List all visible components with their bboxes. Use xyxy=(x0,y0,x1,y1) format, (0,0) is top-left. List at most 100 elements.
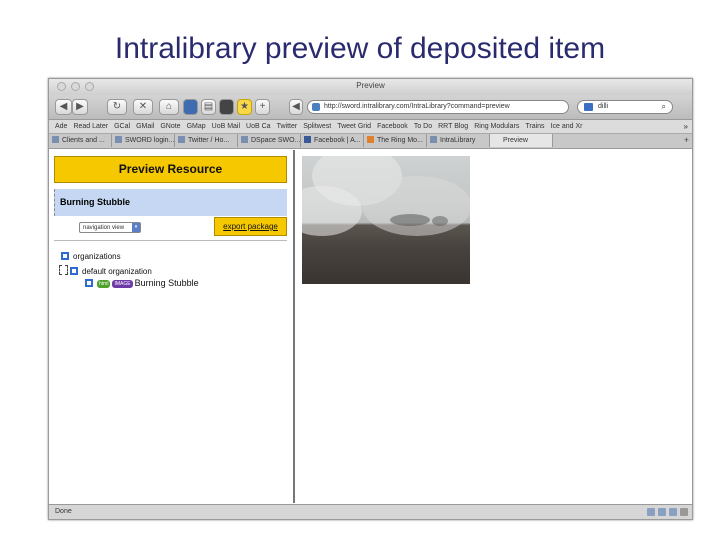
bookmark-item[interactable]: GMail xyxy=(136,120,154,133)
status-icons xyxy=(647,508,688,516)
forward-arrow-icon: ▶ xyxy=(76,101,84,112)
tab-active[interactable]: Preview xyxy=(490,134,553,147)
bookmark-item[interactable]: Twitter xyxy=(277,120,298,133)
expand-toggle-icon[interactable] xyxy=(59,265,68,275)
navigation-view-value: navigation view xyxy=(83,225,125,231)
status-addon-icon[interactable] xyxy=(658,508,666,516)
bookmark-item[interactable]: Ade xyxy=(55,120,67,133)
tab-label: The Ring Mo... xyxy=(377,137,423,144)
extension-icon: ▤ xyxy=(203,101,214,112)
search-input[interactable]: dilli ⌕ xyxy=(577,100,673,114)
forward-button[interactable]: ▶ xyxy=(72,99,88,115)
site-favicon-icon xyxy=(312,103,320,111)
tab-favicon-icon xyxy=(178,136,185,143)
tab-favicon-icon xyxy=(493,136,500,143)
tab-favicon-icon xyxy=(367,136,374,143)
tab[interactable]: Twitter / Ho... xyxy=(175,134,238,147)
tab-label: Twitter / Ho... xyxy=(188,137,230,144)
bookmark-item[interactable]: Facebook xyxy=(377,120,408,133)
site-icon: ◀ xyxy=(292,101,300,112)
tab[interactable]: Clients and ... xyxy=(49,134,112,147)
tab-favicon-icon xyxy=(430,136,437,143)
tab-favicon-icon xyxy=(115,136,122,143)
reload-icon: ↻ xyxy=(112,101,122,112)
bookmark-item[interactable]: Tweet Grid xyxy=(337,120,371,133)
home-icon: ⌂ xyxy=(165,101,173,112)
back-arrow-icon: ◀ xyxy=(59,101,68,112)
tree-line-shape xyxy=(390,214,430,226)
tab-label: SWORD login... xyxy=(125,137,175,144)
back-button[interactable]: ◀ xyxy=(55,99,72,115)
url-text: http://sword.intralibrary.com/IntraLibra… xyxy=(324,103,510,110)
title-bar: Preview xyxy=(49,79,692,95)
select-arrows-icon: ▾ xyxy=(132,223,140,232)
tab[interactable]: The Ring Mo... xyxy=(364,134,427,147)
star-icon: ★ xyxy=(240,101,249,112)
window-title: Preview xyxy=(356,81,385,90)
tab-favicon-icon xyxy=(304,136,311,143)
preview-resource-header: Preview Resource xyxy=(54,156,287,183)
tree-item-organizations[interactable]: organizations xyxy=(61,252,121,261)
bookmark-tool-button[interactable] xyxy=(183,99,198,115)
tree-node-checkbox-icon[interactable] xyxy=(61,252,69,260)
bookmark-item[interactable]: Read Later xyxy=(73,120,108,133)
tab[interactable]: IntraLibrary xyxy=(427,134,490,147)
tree-line-shape xyxy=(432,216,448,226)
search-icon: ⌕ xyxy=(661,102,666,111)
tab[interactable]: Facebook | A... xyxy=(301,134,364,147)
bookmark-item[interactable]: To Do xyxy=(414,120,432,133)
tree-node-checkbox-icon[interactable] xyxy=(70,267,78,275)
bookmark-item[interactable]: GMap xyxy=(187,120,206,133)
tab[interactable]: SWORD login... xyxy=(112,134,175,147)
tab-label: DSpace SWO... xyxy=(251,137,301,144)
burning-stubble-image xyxy=(302,156,470,284)
tab-label: Preview xyxy=(503,137,528,144)
home-button[interactable]: ⌂ xyxy=(159,99,179,115)
screenshot-button[interactable] xyxy=(219,99,234,115)
new-tab-button[interactable]: + xyxy=(684,134,689,147)
left-pane: Preview Resource Burning Stubble navigat… xyxy=(49,150,295,503)
tab-label: Clients and ... xyxy=(62,137,105,144)
url-bar[interactable]: http://sword.intralibrary.com/IntraLibra… xyxy=(307,100,569,114)
bookmarks-bar: Ade Read Later GCal GMail GNote GMap UoB Mail U… xyxy=(49,120,692,134)
search-value: dilli xyxy=(598,103,609,110)
status-text: Done xyxy=(55,508,72,515)
tab[interactable]: DSpace SWO... xyxy=(238,134,301,147)
stop-icon: ✕ xyxy=(138,101,148,112)
bookmark-item[interactable]: RRT Blog xyxy=(438,120,468,133)
status-addon-icon[interactable] xyxy=(669,508,677,516)
navigation-view-select[interactable]: navigation view ▾ xyxy=(79,222,141,233)
bookmark-item[interactable]: Ice and Xr xyxy=(551,120,583,133)
plus-icon: + xyxy=(259,101,266,112)
reload-button[interactable]: ↻ xyxy=(107,99,127,115)
export-package-button[interactable]: export package xyxy=(214,217,287,236)
tree-item-burning-stubble[interactable]: html IMAGE Burning Stubble xyxy=(85,278,199,288)
bookmark-item[interactable]: Trains xyxy=(525,120,544,133)
bookmark-item[interactable]: UoB Mail xyxy=(212,120,240,133)
tree-label: organizations xyxy=(73,252,121,261)
stop-button[interactable]: ✕ xyxy=(133,99,153,115)
bookmark-item[interactable]: GNote xyxy=(160,120,180,133)
status-bar: Done xyxy=(49,504,692,519)
toolbar: ◀ ▶ ↻ ✕ ⌂ ▤ ★ + ◀ http://sword.intralibr… xyxy=(49,95,692,120)
tree-item-default-organization[interactable]: default organization xyxy=(59,265,152,276)
bookmark-item[interactable]: UoB Ca xyxy=(246,120,271,133)
bookmark-item[interactable]: GCal xyxy=(114,120,130,133)
tab-bar: Clients and ... SWORD login... Twitter / H… xyxy=(49,134,692,149)
star-button[interactable]: ★ xyxy=(237,99,252,115)
site-button[interactable]: ◀ xyxy=(289,99,303,115)
status-addon-icon[interactable] xyxy=(647,508,655,516)
html-badge: html xyxy=(97,280,111,288)
divider xyxy=(54,240,287,241)
tree-label: default organization xyxy=(82,267,152,276)
add-button[interactable]: + xyxy=(255,99,270,115)
resize-grip-icon[interactable] xyxy=(680,508,688,516)
slide-title: Intralibrary preview of deposited item xyxy=(114,32,606,65)
bookmarks-more-button[interactable]: » xyxy=(684,120,688,133)
extension-button[interactable]: ▤ xyxy=(201,99,216,115)
page-content: Preview Resource Burning Stubble navigat… xyxy=(49,150,692,503)
bookmark-item[interactable]: Ring Modulars xyxy=(474,120,519,133)
smoke-shape xyxy=(362,176,470,236)
tree-node-checkbox-icon[interactable] xyxy=(85,279,93,287)
bookmark-item[interactable]: Splitwest xyxy=(303,120,331,133)
